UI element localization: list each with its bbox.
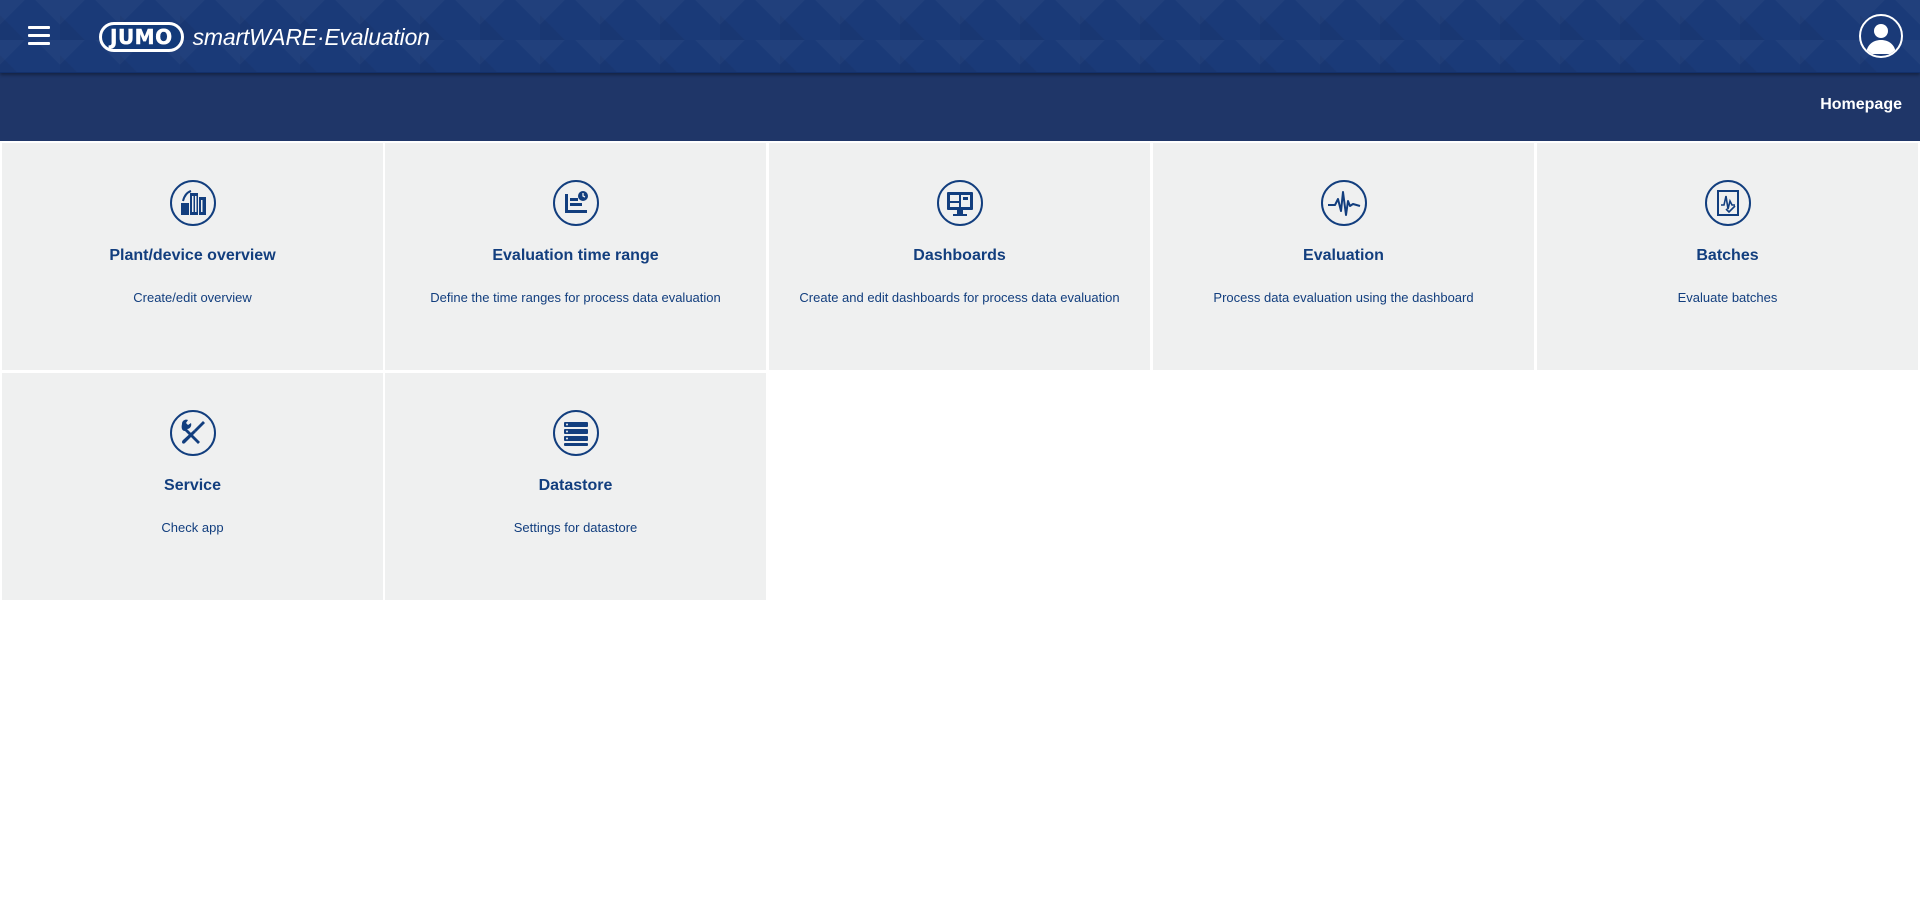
tile-title: Evaluation time range xyxy=(492,247,659,264)
top-bar: JUMO smartWARE·Evaluation xyxy=(0,0,1920,73)
tile-description: Create and edit dashboards for process d… xyxy=(799,290,1120,305)
logo-badge-text: JUMO xyxy=(110,25,173,49)
jumo-logo-badge: JUMO xyxy=(99,22,184,52)
tile-title: Dashboards xyxy=(913,247,1006,264)
app-name: smartWARE·Evaluation xyxy=(192,23,430,50)
tile-title: Service xyxy=(164,477,221,494)
tile-datastore[interactable]: Datastore Settings for datastore xyxy=(385,373,766,600)
time-range-icon xyxy=(552,180,599,226)
monitor-icon xyxy=(936,180,983,226)
tile-dashboards[interactable]: Dashboards Create and edit dashboards fo… xyxy=(769,143,1150,370)
batch-chart-icon xyxy=(1704,180,1751,226)
tile-evaluation-time-range[interactable]: Evaluation time range Define the time ra… xyxy=(385,143,766,370)
tile-title: Evaluation xyxy=(1303,247,1384,264)
page-title: Homepage xyxy=(1820,96,1902,113)
tile-title: Datastore xyxy=(538,477,613,494)
plant-icon xyxy=(169,180,216,226)
app-logo: JUMO smartWARE·Evaluation xyxy=(99,22,430,52)
tile-title: Plant/device overview xyxy=(109,247,276,264)
waveform-icon xyxy=(1320,180,1367,226)
tile-description: Create/edit overview xyxy=(133,290,252,305)
tile-evaluation[interactable]: Evaluation Process data evaluation using… xyxy=(1153,143,1534,370)
hamburger-menu-icon[interactable] xyxy=(24,26,54,48)
tile-service[interactable]: Service Check app xyxy=(2,373,383,600)
tile-description: Evaluate batches xyxy=(1677,290,1778,305)
tools-icon xyxy=(169,410,216,456)
tile-title: Batches xyxy=(1696,247,1759,264)
tile-description: Check app xyxy=(161,520,224,535)
database-icon xyxy=(552,410,599,456)
sub-header: Homepage xyxy=(0,73,1920,141)
user-avatar-icon[interactable] xyxy=(1859,14,1903,58)
tile-description: Define the time ranges for process data … xyxy=(430,290,721,305)
tile-plant-device-overview[interactable]: Plant/device overview Create/edit overvi… xyxy=(2,143,383,370)
tile-batches[interactable]: Batches Evaluate batches xyxy=(1537,143,1918,370)
tile-description: Process data evaluation using the dashbo… xyxy=(1213,290,1474,305)
tile-description: Settings for datastore xyxy=(513,520,638,535)
